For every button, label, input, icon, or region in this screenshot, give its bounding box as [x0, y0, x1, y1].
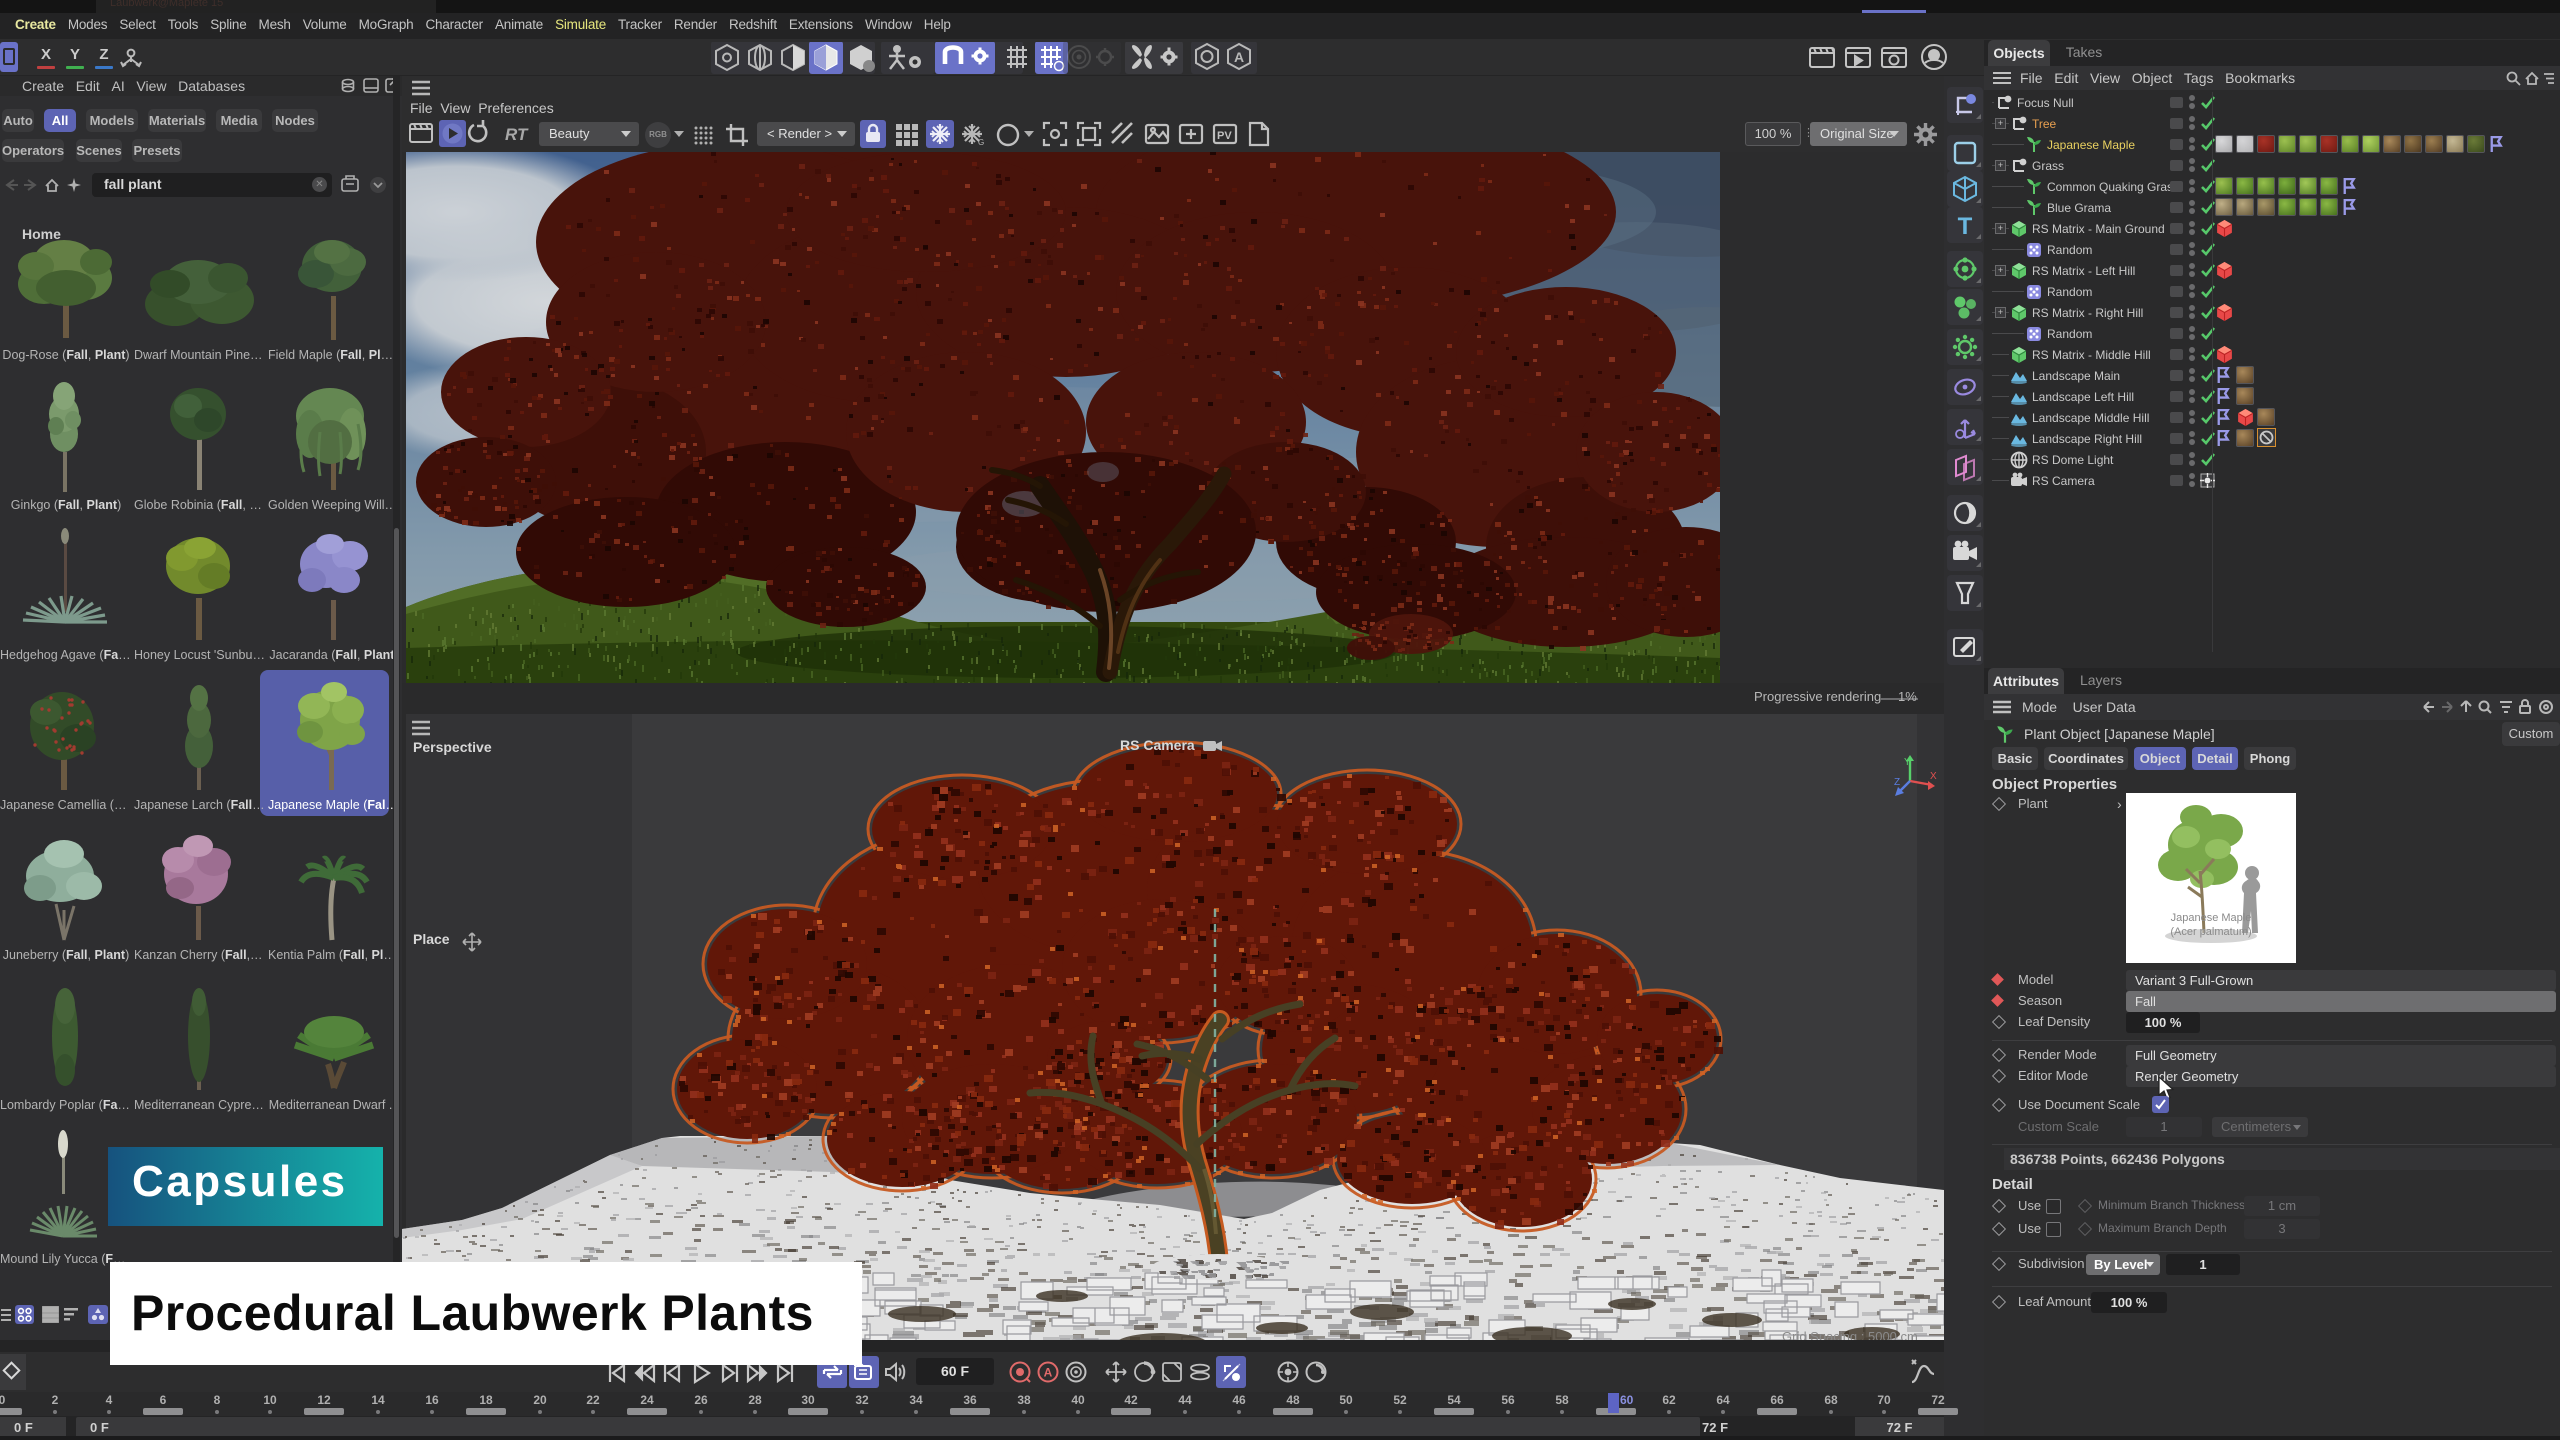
- svg-text:T: T: [1958, 213, 1973, 240]
- svg-text:A: A: [1234, 49, 1244, 65]
- svg-text:Y: Y: [1904, 757, 1911, 768]
- svg-text:X: X: [1930, 771, 1937, 782]
- svg-text:A: A: [1044, 1366, 1053, 1380]
- svg-text:Japanese Maple: Japanese Maple: [2171, 912, 2252, 924]
- svg-text:Z: Z: [1894, 777, 1900, 788]
- svg-text:PV: PV: [1217, 130, 1232, 142]
- svg-text:(Acer palmatum): (Acer palmatum): [2170, 926, 2251, 938]
- svg-text:RT: RT: [505, 125, 529, 144]
